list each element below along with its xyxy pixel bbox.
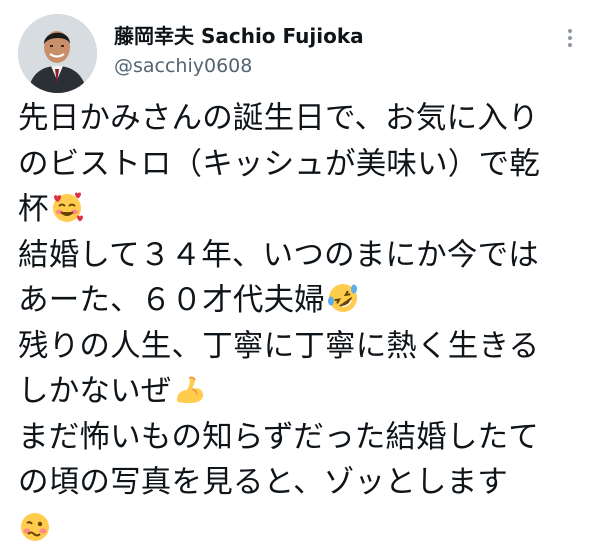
- author-names: 藤岡幸夫 Sachio Fujioka @sacchiy0608: [114, 22, 364, 80]
- tweet-line-text: 杯: [18, 192, 49, 227]
- author-display-name[interactable]: 藤岡幸夫 Sachio Fujioka: [114, 22, 364, 50]
- rolling-on-floor-laughing-icon: [326, 281, 360, 315]
- tweet-line-text: あーた、６０才代夫婦: [18, 283, 325, 318]
- more-vertical-icon[interactable]: [558, 26, 582, 50]
- tweet-line: のビストロ（キッシュが美味い）で乾: [18, 142, 588, 188]
- tweet-line-text: 先日かみさんの誕生日で、お気に入り: [18, 101, 539, 136]
- tweet-line-text: 結婚して３４年、いつのまにか今では: [18, 237, 539, 273]
- woozy-face-icon: [18, 509, 52, 543]
- author-handle[interactable]: @sacchiy0608: [114, 52, 364, 80]
- avatar-portrait-icon: [18, 14, 97, 93]
- flexed-biceps-icon: [173, 372, 207, 406]
- tweet-line: 杯: [18, 187, 588, 233]
- tweet-text: 先日かみさんの誕生日で、お気に入り のビストロ（キッシュが美味い）で乾 杯 結婚…: [18, 96, 588, 544]
- avatar[interactable]: [18, 14, 97, 93]
- tweet-header: 藤岡幸夫 Sachio Fujioka @sacchiy0608: [18, 14, 582, 94]
- tweet-line: まだ怖いもの知らずだった結婚したて: [18, 415, 588, 461]
- tweet-line-text: 残りの人生、丁寧に丁寧に熱く生きる: [18, 328, 540, 364]
- tweet-line-text: の頃の写真を見ると、ゾッとします: [18, 465, 508, 500]
- tweet-line: の頃の写真を見ると、ゾッとします: [18, 460, 588, 506]
- tweet-line: しかないぜ: [18, 369, 588, 415]
- tweet-card: 藤岡幸夫 Sachio Fujioka @sacchiy0608 先日かみさんの…: [0, 0, 600, 544]
- tweet-line-text: のビストロ（キッシュが美味い）で乾: [18, 146, 540, 182]
- tweet-line: 結婚して３４年、いつのまにか今では: [18, 233, 588, 279]
- tweet-line: 先日かみさんの誕生日で、お気に入り: [18, 96, 588, 142]
- tweet-line: [18, 506, 588, 544]
- smiling-face-with-hearts-icon: [50, 190, 84, 224]
- tweet-line: 残りの人生、丁寧に丁寧に熱く生きる: [18, 324, 588, 370]
- tweet-line-text: しかないぜ: [18, 374, 172, 409]
- tweet-line-text: まだ怖いもの知らずだった結婚したて: [18, 419, 539, 455]
- tweet-line: あーた、６０才代夫婦: [18, 278, 588, 324]
